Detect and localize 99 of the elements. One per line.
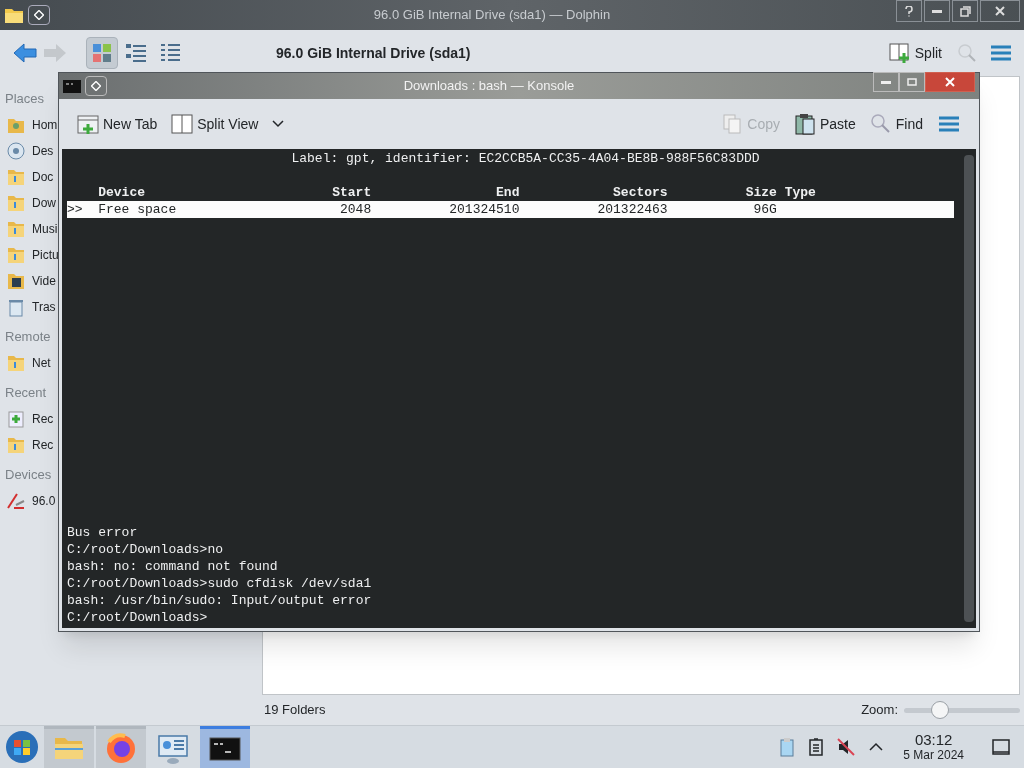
notes-icon [809, 738, 824, 756]
place-item[interactable]: Doc [32, 168, 54, 186]
restore-icon [959, 5, 971, 17]
terminal-line: C:/root/Downloads>sudo cfdisk /dev/sda1 [67, 575, 373, 592]
list-view-icon [125, 42, 147, 64]
diamond-icon [34, 10, 44, 20]
start-orb-icon [5, 730, 39, 764]
minimize-icon [932, 9, 942, 13]
split-add-icon [888, 42, 911, 64]
forward-arrow-icon [43, 43, 67, 63]
browser-icon [104, 731, 138, 766]
terminal-line: Bus error [67, 524, 139, 541]
list-view-icon [159, 42, 181, 64]
column-header: Size [744, 184, 777, 201]
window-title: Downloads : bash — Konsole [402, 77, 576, 96]
place-item[interactable]: Tras [32, 298, 56, 316]
column-header: Type [784, 184, 816, 201]
terminal-line: C:/root/Downloads>no [67, 541, 225, 558]
place-item[interactable]: Pictu [32, 246, 59, 264]
split-button[interactable]: Split View [171, 109, 259, 139]
folder-icon [6, 435, 26, 455]
close-button[interactable] [980, 0, 1020, 22]
copy-icon [721, 113, 744, 135]
menu-icon [991, 45, 1011, 61]
folder-icon [6, 193, 26, 213]
slider-handle[interactable] [931, 701, 950, 719]
folder-icon [6, 219, 26, 239]
column-header: Sectors [612, 184, 668, 201]
find-button[interactable]: Find [869, 109, 923, 139]
clock-time: 03:12 [914, 732, 953, 748]
minimize-icon [881, 80, 891, 84]
section-heading: Devices [5, 465, 52, 484]
help-button[interactable] [896, 0, 922, 22]
help-icon [905, 5, 913, 17]
section-heading: Recent [5, 383, 47, 402]
back-arrow-icon [13, 43, 37, 63]
status-text: 19 Folders [264, 701, 326, 720]
icon-grid-icon [91, 42, 113, 64]
split-view-icon [171, 113, 194, 135]
clipboard-icon [793, 113, 816, 135]
place-item[interactable]: Rec [32, 410, 54, 428]
place-item[interactable]: Rec [32, 436, 54, 454]
chevron-down-icon[interactable] [272, 120, 285, 128]
terminal-text: Label: gpt, identifier: EC2CCB5A-CC35-4A04-BE8B-988F56C83DDD [291, 150, 760, 167]
terminal-icon [63, 79, 81, 93]
drive-icon [6, 491, 26, 511]
recent-files-icon [6, 409, 26, 429]
pin-button[interactable] [85, 76, 107, 96]
folder-icon [6, 167, 26, 187]
new-tab-button[interactable]: New Tab [77, 109, 158, 139]
place-item[interactable]: Des [32, 142, 54, 160]
menu-icon [939, 116, 959, 132]
maximize-icon [907, 78, 917, 86]
show-desktop-icon[interactable] [992, 739, 1010, 755]
new-tab-icon [77, 113, 99, 135]
terminal-line: C:/root/Downloads> [67, 609, 209, 626]
place-item[interactable]: Net [32, 354, 51, 372]
place-item[interactable]: 96.0 [32, 492, 56, 510]
column-header: Start [331, 184, 372, 201]
folder-icon [6, 353, 26, 373]
video-folder-icon [6, 271, 26, 291]
search-icon [957, 43, 977, 63]
muted-speaker-icon [837, 738, 856, 756]
zoom-label: Zoom: [861, 701, 898, 720]
trash-icon [6, 297, 26, 317]
clock-date: 5 Mar 2024 [903, 748, 964, 762]
section-heading: Remote [5, 327, 51, 346]
pin-button[interactable] [28, 5, 50, 25]
close-icon [945, 77, 955, 87]
terminal-line: bash: no: command not found [67, 558, 279, 575]
minimize-button[interactable] [924, 0, 950, 22]
folder-icon [6, 245, 26, 265]
location-label: 96.0 GiB Internal Drive (sda1) [276, 43, 471, 63]
terminal-line: bash: /usr/bin/sudo: Input/output error [67, 592, 373, 609]
split-button[interactable]: Split [888, 42, 942, 64]
section-heading: Places [5, 89, 45, 108]
desktop-icon [6, 141, 26, 161]
chevron-up-icon[interactable] [869, 742, 884, 752]
place-item[interactable]: Musi [32, 220, 58, 238]
place-item[interactable]: Dow [32, 194, 56, 212]
minimize-button[interactable] [873, 72, 899, 92]
taskbar-app[interactable] [200, 726, 250, 768]
restore-button[interactable] [952, 0, 978, 22]
clipboard-icon [779, 737, 796, 757]
close-button[interactable] [925, 72, 975, 92]
place-item[interactable]: Vide [32, 272, 56, 290]
maximize-button[interactable] [899, 72, 925, 92]
partition-row[interactable]: >> Free space 2048 201324510 201322463 96G [67, 201, 954, 218]
search-icon [869, 113, 892, 135]
column-header: Device [98, 184, 146, 201]
diamond-icon [91, 81, 101, 91]
view-mode-button[interactable] [86, 37, 118, 69]
folder-icon [4, 6, 24, 24]
column-header: End [495, 184, 520, 201]
paste-button[interactable]: Paste [793, 109, 856, 139]
window-title: 96.0 GiB Internal Drive (sda1) — Dolphin [372, 6, 612, 25]
place-item[interactable]: Hom [32, 116, 58, 134]
close-icon [995, 6, 1005, 16]
zoom-slider[interactable] [904, 700, 1020, 720]
